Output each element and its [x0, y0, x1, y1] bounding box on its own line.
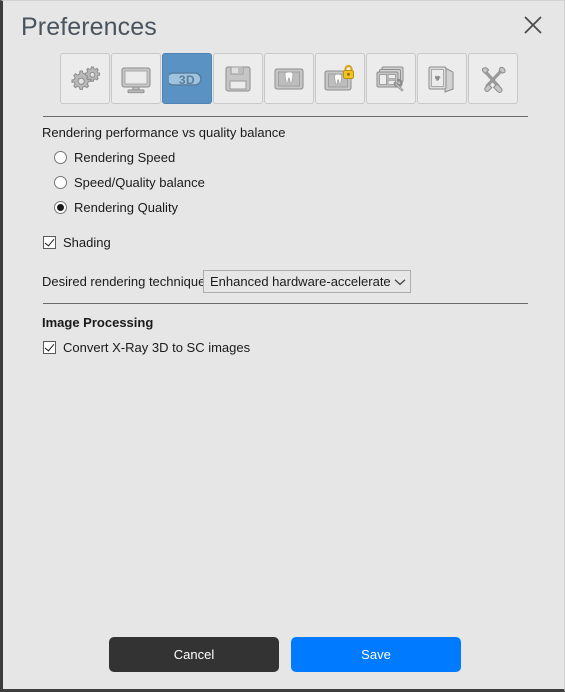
radio-label: Rendering Speed	[74, 150, 176, 165]
tab-save[interactable]	[213, 53, 263, 104]
tab-layouts[interactable]	[366, 53, 416, 104]
tooth-image-icon	[272, 62, 306, 96]
checkbox-label: Shading	[63, 235, 111, 250]
checkbox-shading[interactable]: Shading	[43, 235, 111, 250]
checkbox-convert-xray-to-sc[interactable]: Convert X-Ray 3D to SC images	[43, 340, 250, 355]
tab-tooth[interactable]	[264, 53, 314, 104]
3d-icon: 3D	[169, 62, 205, 96]
preferences-dialog: Preferences 3D Rendering performance vs …	[0, 0, 565, 692]
checkbox-indicator	[43, 341, 56, 354]
tab-3d[interactable]: 3D	[162, 53, 212, 104]
tab-general[interactable]	[60, 53, 110, 104]
layouts-wrench-icon	[374, 62, 408, 96]
gears-icon	[68, 62, 102, 96]
radio-rendering-quality[interactable]: Rendering Quality	[54, 200, 178, 215]
radio-label: Speed/Quality balance	[74, 175, 205, 190]
radio-indicator	[54, 151, 67, 164]
tab-tools[interactable]	[468, 53, 518, 104]
radio-indicator	[54, 176, 67, 189]
checkbox-indicator	[43, 236, 56, 249]
radiation-pages-icon	[425, 62, 459, 96]
preferences-tabstrip: 3D	[60, 53, 518, 104]
tab-display[interactable]	[111, 53, 161, 104]
divider-top	[43, 116, 528, 117]
technique-label: Desired rendering technique	[42, 274, 206, 289]
title-bar: Preferences	[3, 1, 564, 49]
radio-label: Rendering Quality	[74, 200, 179, 215]
close-icon[interactable]	[517, 9, 549, 41]
radio-indicator	[54, 201, 67, 214]
divider-image-processing	[43, 303, 528, 304]
tab-tooth-locked[interactable]	[315, 53, 365, 104]
tooth-image-lock-icon	[323, 62, 357, 96]
checkbox-label: Convert X-Ray 3D to SC images	[63, 340, 251, 355]
rendering-technique-select[interactable]: Enhanced hardware-accelerated ...	[203, 270, 411, 293]
save-button[interactable]: Save	[291, 637, 461, 672]
svg-text:3D: 3D	[179, 73, 195, 87]
wrench-screwdriver-icon	[476, 62, 510, 96]
page-title: Preferences	[21, 13, 157, 41]
tab-xray[interactable]	[417, 53, 467, 104]
radio-speed-quality-balance[interactable]: Speed/Quality balance	[54, 175, 205, 190]
radio-rendering-speed[interactable]: Rendering Speed	[54, 150, 175, 165]
rendering-technique-value: Enhanced hardware-accelerated ...	[210, 274, 391, 289]
cancel-button[interactable]: Cancel	[109, 637, 279, 672]
monitor-icon	[119, 62, 153, 96]
chevron-down-icon	[390, 278, 410, 286]
balance-group-label: Rendering performance vs quality balance	[42, 125, 286, 140]
image-processing-label: Image Processing	[42, 315, 154, 330]
floppy-disk-icon	[221, 62, 255, 96]
